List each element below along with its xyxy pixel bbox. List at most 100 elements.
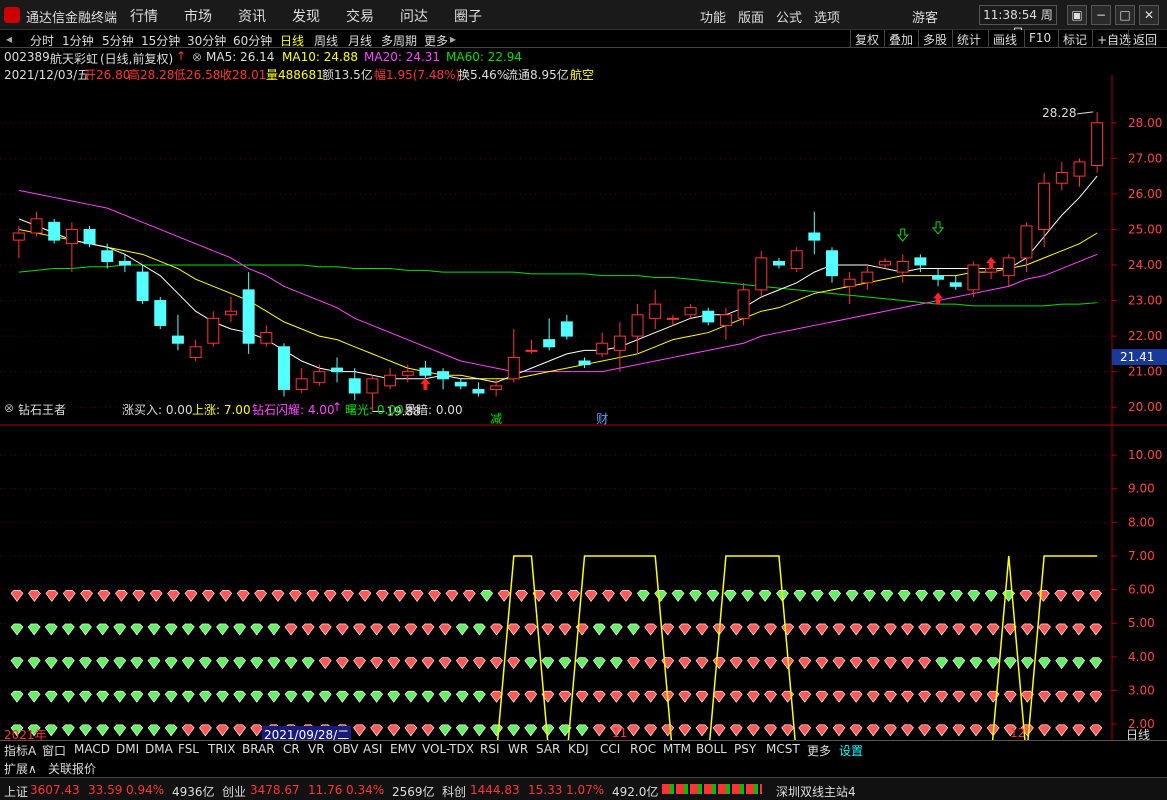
btn-fsl[interactable]: FSL bbox=[178, 742, 199, 756]
btn-rsi[interactable]: RSI bbox=[480, 742, 500, 756]
diamond-icon bbox=[284, 623, 298, 636]
diamond-icon bbox=[706, 590, 720, 602]
btn-mcst[interactable]: MCST bbox=[766, 742, 800, 756]
diamond-icon bbox=[845, 590, 859, 602]
diamond-icon bbox=[832, 657, 846, 670]
close-icon[interactable]: ✕ bbox=[1139, 5, 1159, 25]
diamond-icon bbox=[609, 690, 623, 703]
btn-boll[interactable]: BOLL bbox=[696, 742, 727, 756]
menu-quanzi[interactable]: 圈子 bbox=[454, 6, 482, 26]
indicator-name[interactable]: 钻石王者 bbox=[18, 401, 66, 418]
btn-f10[interactable]: F10 bbox=[1024, 30, 1055, 48]
btn-kdj[interactable]: KDJ bbox=[568, 742, 589, 756]
tab-collapse-icon[interactable]: ◂ bbox=[6, 32, 12, 46]
btn-expand[interactable]: 扩展∧ bbox=[4, 760, 37, 777]
btn-biaoji[interactable]: 标记 bbox=[1058, 30, 1091, 48]
btn-settings[interactable]: 设置 bbox=[839, 742, 863, 759]
btn-cr[interactable]: CR bbox=[283, 742, 300, 756]
btn-dmi[interactable]: DMI bbox=[116, 742, 139, 756]
kc-index-name[interactable]: 科创 bbox=[442, 783, 466, 800]
btn-tongji[interactable]: 统计 bbox=[952, 30, 985, 48]
menu-gongneng[interactable]: 功能 bbox=[700, 7, 726, 26]
btn-duogu[interactable]: 多股 bbox=[918, 30, 951, 48]
menu-jiaoyi[interactable]: 交易 bbox=[346, 6, 374, 26]
tab-5min[interactable]: 5分钟 bbox=[102, 32, 134, 49]
btn-huaxian[interactable]: 画线 bbox=[988, 30, 1021, 48]
btn-emv[interactable]: EMV bbox=[390, 742, 416, 756]
candle-body bbox=[543, 339, 556, 348]
tab-1min[interactable]: 1分钟 bbox=[62, 32, 94, 49]
tab-30min[interactable]: 30分钟 bbox=[187, 32, 226, 49]
btn-macd[interactable]: MACD bbox=[74, 742, 110, 756]
sh-index-name[interactable]: 上证 bbox=[4, 783, 28, 800]
btn-asi[interactable]: ASI bbox=[363, 742, 382, 756]
menu-gongshi[interactable]: 公式 bbox=[776, 7, 802, 26]
kline-chart[interactable]: 20.0021.0022.0023.0024.0025.0026.0027.00… bbox=[0, 50, 1167, 790]
menu-shichang[interactable]: 市场 bbox=[184, 6, 212, 26]
server-station[interactable]: 深圳双线主站4 bbox=[776, 783, 856, 800]
btn-cci[interactable]: CCI bbox=[600, 742, 620, 756]
diamond-icon bbox=[62, 590, 76, 602]
menu-xuanxiang[interactable]: 选项 bbox=[814, 7, 840, 26]
diamond-icon bbox=[883, 690, 897, 703]
diamond-icon bbox=[462, 590, 476, 602]
restore-icon[interactable]: ▣ bbox=[1067, 5, 1087, 25]
btn-window[interactable]: 窗口 bbox=[42, 742, 66, 759]
menu-zixun[interactable]: 资讯 bbox=[238, 6, 266, 26]
diamond-icon bbox=[404, 657, 418, 670]
btn-sar[interactable]: SAR bbox=[536, 742, 560, 756]
menu-banmian[interactable]: 版面 bbox=[738, 7, 764, 26]
btn-wr[interactable]: WR bbox=[508, 742, 528, 756]
btn-dma[interactable]: DMA bbox=[145, 742, 173, 756]
tab-weekly[interactable]: 周线 bbox=[314, 32, 338, 49]
btn-mtm[interactable]: MTM bbox=[663, 742, 691, 756]
btn-more-indicators[interactable]: 更多 bbox=[807, 742, 831, 759]
btn-back[interactable]: 返回 bbox=[1128, 30, 1161, 48]
btn-vr[interactable]: VR bbox=[308, 742, 325, 756]
user-label[interactable]: 游客 bbox=[912, 7, 938, 26]
btn-brar[interactable]: BRAR bbox=[242, 742, 275, 756]
btn-indicator-a[interactable]: 指标A bbox=[4, 742, 36, 759]
diamond-icon bbox=[695, 657, 709, 670]
candle-body bbox=[454, 381, 467, 387]
diamond-icon bbox=[323, 590, 337, 602]
tab-fenshi[interactable]: 分时 bbox=[30, 32, 54, 49]
tab-multi-period[interactable]: 多周期 bbox=[381, 32, 417, 49]
btn-psy[interactable]: PSY bbox=[734, 742, 756, 756]
low-price: 低26.58 bbox=[174, 68, 221, 82]
ma20-label: MA20: 24.31 bbox=[364, 50, 441, 64]
candle-body bbox=[932, 275, 945, 280]
menu-faxian[interactable]: 发现 bbox=[292, 6, 320, 26]
tab-more-chevron-icon[interactable]: ▸ bbox=[450, 32, 456, 46]
btn-diejia[interactable]: 叠加 bbox=[884, 30, 917, 48]
cy-index-name[interactable]: 创业 bbox=[222, 783, 246, 800]
menu-hangqing[interactable]: 行情 bbox=[130, 6, 158, 26]
minimize-icon[interactable]: − bbox=[1091, 5, 1111, 25]
tab-more[interactable]: 更多 bbox=[424, 32, 448, 49]
tab-daily[interactable]: 日线 bbox=[280, 32, 304, 49]
diamond-icon bbox=[318, 690, 332, 703]
price-tick-label: 28.00 bbox=[1128, 116, 1162, 130]
btn-obv[interactable]: OBV bbox=[333, 742, 359, 756]
tab-15min[interactable]: 15分钟 bbox=[141, 32, 180, 49]
diamond-icon bbox=[198, 690, 212, 703]
indicator-settings-icon[interactable]: ⊗ bbox=[4, 401, 14, 415]
diamond-icon bbox=[897, 590, 911, 602]
menu-wenda[interactable]: 问达 bbox=[400, 6, 428, 26]
diamond-icon bbox=[986, 657, 1000, 670]
tab-60min[interactable]: 60分钟 bbox=[233, 32, 272, 49]
sh-index-value: 3607.43 bbox=[30, 783, 80, 797]
btn-trix[interactable]: TRIX bbox=[208, 742, 235, 756]
btn-related-quotes[interactable]: 关联报价 bbox=[48, 760, 96, 777]
diamond-icon bbox=[729, 690, 743, 703]
candles[interactable] bbox=[12, 112, 1104, 411]
btn-fuquan[interactable]: 复权 bbox=[850, 30, 883, 48]
settings-icon[interactable]: ⊗ bbox=[192, 50, 202, 64]
diamond-icon bbox=[370, 690, 384, 703]
maximize-icon[interactable]: □ bbox=[1115, 5, 1135, 25]
app-logo-icon bbox=[4, 7, 20, 23]
btn-vol-tdx[interactable]: VOL-TDX bbox=[422, 742, 474, 756]
tab-monthly[interactable]: 月线 bbox=[348, 32, 372, 49]
btn-roc[interactable]: ROC bbox=[630, 742, 656, 756]
diamond-icon bbox=[678, 623, 692, 636]
